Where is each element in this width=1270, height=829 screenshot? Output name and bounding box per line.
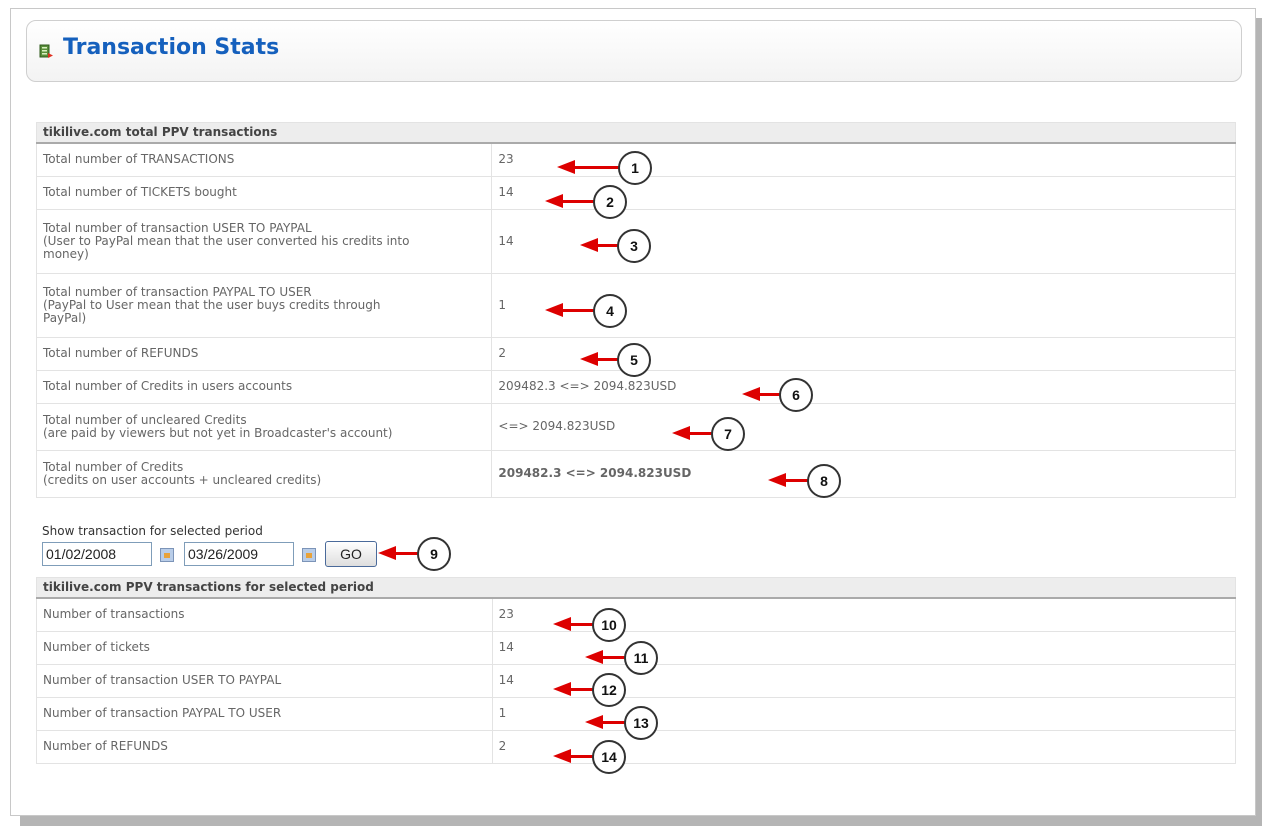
table-row: Total number of Credits (credits on user…: [35, 449, 1236, 498]
callout-6: 6: [742, 378, 818, 412]
callout-number: 9: [417, 537, 451, 571]
calendar-icon[interactable]: [160, 548, 174, 562]
section-title-total: tikilive.com total PPV transactions: [36, 122, 1236, 144]
callout-number: 8: [807, 464, 841, 498]
callout-7: 7: [672, 417, 752, 451]
callout-number: 5: [617, 343, 651, 377]
row-label: Total number of transaction USER TO PAYP…: [35, 208, 493, 274]
to-date-input[interactable]: [184, 542, 294, 566]
row-value-total-credits: 209482.3 <=> 2094.823USD: [491, 449, 1236, 498]
callout-number: 14: [592, 740, 626, 774]
callout-number: 13: [624, 706, 658, 740]
page-header: Transaction Stats: [26, 20, 1242, 82]
period-label: Show transaction for selected period: [42, 524, 263, 538]
section-title-period: tikilive.com PPV transactions for select…: [36, 577, 1236, 599]
callout-number: 4: [593, 294, 627, 328]
table-row: Number of transactions 23: [36, 597, 1237, 632]
callout-12: 12: [553, 673, 633, 707]
callout-number: 12: [592, 673, 626, 707]
callout-5: 5: [580, 343, 656, 377]
row-label: Total number of transaction PAYPAL TO US…: [35, 272, 493, 338]
row-label: Total number of TICKETS bought: [35, 175, 493, 210]
row-label: Total number of REFUNDS: [35, 336, 493, 371]
page-title: Transaction Stats: [63, 35, 280, 60]
go-button[interactable]: GO: [325, 541, 377, 567]
from-date-input[interactable]: [42, 542, 152, 566]
table-row: Total number of uncleared Credits (are p…: [35, 402, 1236, 451]
callout-14: 14: [553, 740, 633, 774]
callout-number: 7: [711, 417, 745, 451]
callout-13: 13: [585, 706, 665, 740]
callout-number: 1: [618, 151, 652, 185]
calendar-icon[interactable]: [302, 548, 316, 562]
callout-8: 8: [768, 464, 848, 498]
callout-number: 11: [624, 641, 658, 675]
row-label: Total number of Credits (credits on user…: [35, 449, 493, 498]
callout-1: 1: [557, 151, 652, 185]
callout-10: 10: [553, 608, 633, 642]
callout-number: 6: [779, 378, 813, 412]
row-label: Number of transaction USER TO PAYPAL: [36, 663, 493, 698]
row-label: Number of transactions: [36, 597, 493, 632]
row-label: Number of REFUNDS: [36, 729, 493, 764]
row-label: Total number of TRANSACTIONS: [35, 142, 493, 177]
callout-number: 3: [617, 229, 651, 263]
callout-number: 2: [593, 185, 627, 219]
callout-3: 3: [580, 229, 656, 263]
callout-11: 11: [585, 641, 665, 675]
table-row: Total number of transaction PAYPAL TO US…: [35, 272, 1236, 338]
callout-9: 9: [378, 537, 458, 571]
row-label: Number of tickets: [36, 630, 493, 665]
callout-2: 2: [545, 185, 627, 219]
row-label: Total number of Credits in users account…: [35, 369, 493, 404]
row-label: Number of transaction PAYPAL TO USER: [36, 696, 493, 731]
callout-4: 4: [545, 294, 627, 328]
callout-number: 10: [592, 608, 626, 642]
row-label: Total number of uncleared Credits (are p…: [35, 402, 493, 451]
stats-icon: [39, 44, 53, 58]
row-value: <=> 2094.823USD: [491, 402, 1236, 451]
